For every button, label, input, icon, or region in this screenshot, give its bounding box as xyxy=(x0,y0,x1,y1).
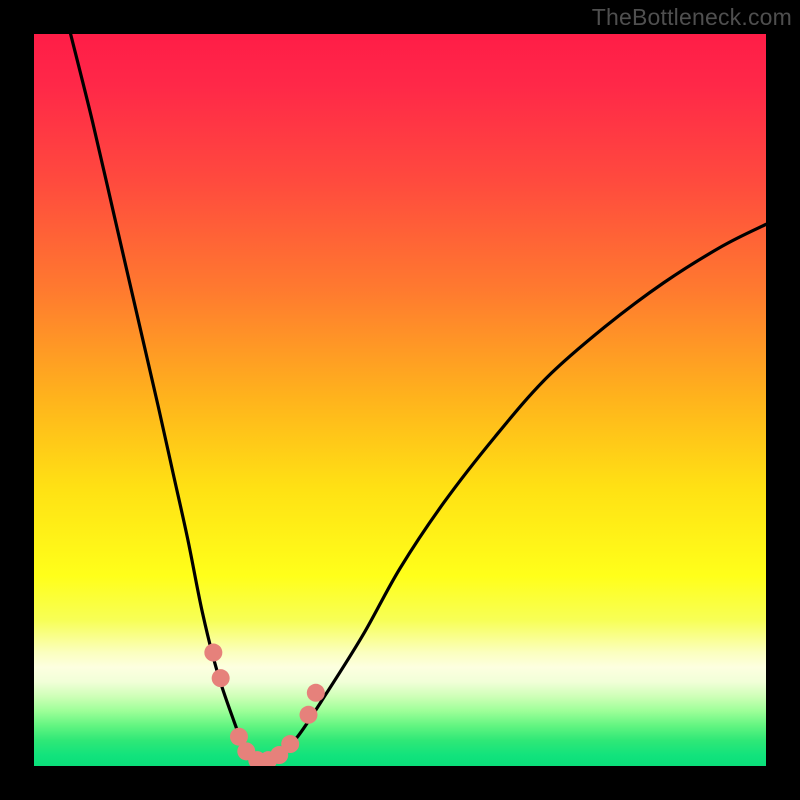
plot-area xyxy=(34,34,766,766)
highlight-dot xyxy=(281,735,299,753)
watermark-text: TheBottleneck.com xyxy=(592,4,792,31)
highlight-dot xyxy=(204,644,222,662)
highlight-dot xyxy=(307,684,325,702)
highlight-dot xyxy=(212,669,230,687)
chart-frame: TheBottleneck.com xyxy=(0,0,800,800)
highlight-dot xyxy=(300,706,318,724)
highlight-dots xyxy=(34,34,766,766)
